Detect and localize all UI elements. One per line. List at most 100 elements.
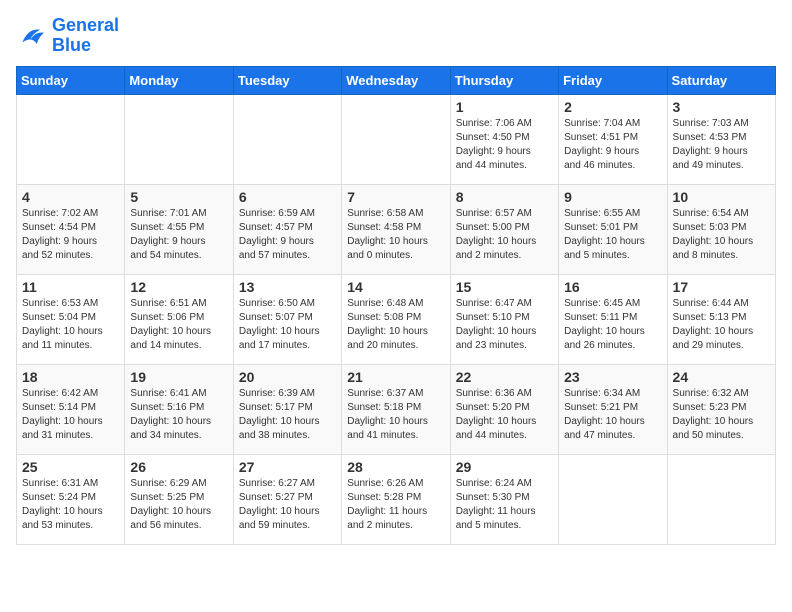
calendar-cell: 22 Sunrise: 6:36 AM Sunset: 5:20 PM Dayli… <box>450 364 558 454</box>
calendar-week-row: 25 Sunrise: 6:31 AM Sunset: 5:24 PM Dayli… <box>17 454 776 544</box>
calendar-cell: 21Sunrise: 6:37 AM Sunset: 5:18 PM Dayli… <box>342 364 450 454</box>
day-info: Sunrise: 6:24 AM Sunset: 5:30 PM Dayligh… <box>456 477 553 533</box>
day-number: 16 <box>564 279 661 295</box>
logo-icon <box>16 20 48 52</box>
logo-text: General Blue <box>52 16 119 56</box>
day-number: 23 <box>564 369 661 385</box>
day-number: 12 <box>130 279 227 295</box>
day-info: Sunrise: 6:36 AM Sunset: 5:20 PM Dayligh… <box>456 387 553 443</box>
day-number: 4 <box>22 189 119 205</box>
day-number: 18 <box>22 369 119 385</box>
day-number: 3 <box>673 99 770 115</box>
weekday-header-friday: Friday <box>559 66 667 94</box>
calendar-week-row: 4 Sunrise: 7:02 AM Sunset: 4:54 PM Daylig… <box>17 184 776 274</box>
day-info: Sunrise: 6:42 AM Sunset: 5:14 PM Dayligh… <box>22 387 119 443</box>
calendar-cell <box>17 94 125 184</box>
weekday-header-tuesday: Tuesday <box>233 66 341 94</box>
day-info: Sunrise: 6:57 AM Sunset: 5:00 PM Dayligh… <box>456 207 553 263</box>
day-number: 2 <box>564 99 661 115</box>
logo: General Blue <box>16 16 119 56</box>
calendar-cell: 5 Sunrise: 7:01 AM Sunset: 4:55 PM Daylig… <box>125 184 233 274</box>
calendar-table: SundayMondayTuesdayWednesdayThursdayFrid… <box>16 66 776 545</box>
calendar-cell: 25 Sunrise: 6:31 AM Sunset: 5:24 PM Dayli… <box>17 454 125 544</box>
day-info: Sunrise: 6:50 AM Sunset: 5:07 PM Dayligh… <box>239 297 336 353</box>
page-header: General Blue <box>16 16 776 56</box>
calendar-cell: 27Sunrise: 6:27 AM Sunset: 5:27 PM Dayli… <box>233 454 341 544</box>
calendar-cell: 29 Sunrise: 6:24 AM Sunset: 5:30 PM Dayli… <box>450 454 558 544</box>
day-number: 8 <box>456 189 553 205</box>
day-number: 20 <box>239 369 336 385</box>
calendar-cell <box>233 94 341 184</box>
calendar-cell <box>342 94 450 184</box>
calendar-cell: 11Sunrise: 6:53 AM Sunset: 5:04 PM Dayli… <box>17 274 125 364</box>
calendar-cell: 9 Sunrise: 6:55 AM Sunset: 5:01 PM Daylig… <box>559 184 667 274</box>
calendar-cell: 23 Sunrise: 6:34 AM Sunset: 5:21 PM Dayli… <box>559 364 667 454</box>
day-info: Sunrise: 6:47 AM Sunset: 5:10 PM Dayligh… <box>456 297 553 353</box>
calendar-cell: 12 Sunrise: 6:51 AM Sunset: 5:06 PM Dayli… <box>125 274 233 364</box>
day-number: 22 <box>456 369 553 385</box>
calendar-cell: 2 Sunrise: 7:04 AM Sunset: 4:51 PM Daylig… <box>559 94 667 184</box>
day-info: Sunrise: 6:26 AM Sunset: 5:28 PM Dayligh… <box>347 477 444 533</box>
calendar-cell: 7 Sunrise: 6:58 AM Sunset: 4:58 PM Daylig… <box>342 184 450 274</box>
day-info: Sunrise: 6:51 AM Sunset: 5:06 PM Dayligh… <box>130 297 227 353</box>
weekday-header-wednesday: Wednesday <box>342 66 450 94</box>
calendar-cell: 16 Sunrise: 6:45 AM Sunset: 5:11 PM Dayli… <box>559 274 667 364</box>
day-number: 6 <box>239 189 336 205</box>
day-number: 7 <box>347 189 444 205</box>
day-number: 13 <box>239 279 336 295</box>
day-info: Sunrise: 6:31 AM Sunset: 5:24 PM Dayligh… <box>22 477 119 533</box>
day-info: Sunrise: 6:54 AM Sunset: 5:03 PM Dayligh… <box>673 207 770 263</box>
day-number: 10 <box>673 189 770 205</box>
day-info: Sunrise: 6:55 AM Sunset: 5:01 PM Dayligh… <box>564 207 661 263</box>
day-number: 25 <box>22 459 119 475</box>
day-info: Sunrise: 6:59 AM Sunset: 4:57 PM Dayligh… <box>239 207 336 263</box>
day-info: Sunrise: 6:45 AM Sunset: 5:11 PM Dayligh… <box>564 297 661 353</box>
day-info: Sunrise: 6:44 AM Sunset: 5:13 PM Dayligh… <box>673 297 770 353</box>
day-number: 9 <box>564 189 661 205</box>
day-number: 26 <box>130 459 227 475</box>
calendar-cell: 26 Sunrise: 6:29 AM Sunset: 5:25 PM Dayli… <box>125 454 233 544</box>
calendar-cell: 24 Sunrise: 6:32 AM Sunset: 5:23 PM Dayli… <box>667 364 775 454</box>
day-info: Sunrise: 6:58 AM Sunset: 4:58 PM Dayligh… <box>347 207 444 263</box>
day-number: 27 <box>239 459 336 475</box>
day-number: 29 <box>456 459 553 475</box>
day-number: 17 <box>673 279 770 295</box>
calendar-week-row: 18 Sunrise: 6:42 AM Sunset: 5:14 PM Dayli… <box>17 364 776 454</box>
day-info: Sunrise: 7:01 AM Sunset: 4:55 PM Dayligh… <box>130 207 227 263</box>
day-info: Sunrise: 7:04 AM Sunset: 4:51 PM Dayligh… <box>564 117 661 173</box>
calendar-cell: 18 Sunrise: 6:42 AM Sunset: 5:14 PM Dayli… <box>17 364 125 454</box>
calendar-cell: 10 Sunrise: 6:54 AM Sunset: 5:03 PM Dayli… <box>667 184 775 274</box>
day-info: Sunrise: 6:41 AM Sunset: 5:16 PM Dayligh… <box>130 387 227 443</box>
calendar-cell: 8 Sunrise: 6:57 AM Sunset: 5:00 PM Daylig… <box>450 184 558 274</box>
calendar-cell: 28 Sunrise: 6:26 AM Sunset: 5:28 PM Dayli… <box>342 454 450 544</box>
day-number: 14 <box>347 279 444 295</box>
calendar-cell: 20 Sunrise: 6:39 AM Sunset: 5:17 PM Dayli… <box>233 364 341 454</box>
day-number: 5 <box>130 189 227 205</box>
calendar-cell: 15 Sunrise: 6:47 AM Sunset: 5:10 PM Dayli… <box>450 274 558 364</box>
weekday-header-sunday: Sunday <box>17 66 125 94</box>
calendar-week-row: 1Sunrise: 7:06 AM Sunset: 4:50 PM Daylig… <box>17 94 776 184</box>
day-info: Sunrise: 6:34 AM Sunset: 5:21 PM Dayligh… <box>564 387 661 443</box>
day-info: Sunrise: 7:02 AM Sunset: 4:54 PM Dayligh… <box>22 207 119 263</box>
weekday-header-row: SundayMondayTuesdayWednesdayThursdayFrid… <box>17 66 776 94</box>
calendar-cell <box>667 454 775 544</box>
day-number: 28 <box>347 459 444 475</box>
calendar-cell <box>559 454 667 544</box>
day-number: 19 <box>130 369 227 385</box>
day-info: Sunrise: 7:03 AM Sunset: 4:53 PM Dayligh… <box>673 117 770 173</box>
day-info: Sunrise: 6:29 AM Sunset: 5:25 PM Dayligh… <box>130 477 227 533</box>
calendar-cell: 14Sunrise: 6:48 AM Sunset: 5:08 PM Dayli… <box>342 274 450 364</box>
calendar-cell: 3 Sunrise: 7:03 AM Sunset: 4:53 PM Daylig… <box>667 94 775 184</box>
calendar-cell: 4 Sunrise: 7:02 AM Sunset: 4:54 PM Daylig… <box>17 184 125 274</box>
day-number: 24 <box>673 369 770 385</box>
day-info: Sunrise: 6:32 AM Sunset: 5:23 PM Dayligh… <box>673 387 770 443</box>
day-info: Sunrise: 6:39 AM Sunset: 5:17 PM Dayligh… <box>239 387 336 443</box>
day-info: Sunrise: 6:37 AM Sunset: 5:18 PM Dayligh… <box>347 387 444 443</box>
day-number: 15 <box>456 279 553 295</box>
calendar-cell: 6 Sunrise: 6:59 AM Sunset: 4:57 PM Daylig… <box>233 184 341 274</box>
day-info: Sunrise: 6:53 AM Sunset: 5:04 PM Dayligh… <box>22 297 119 353</box>
calendar-cell: 19 Sunrise: 6:41 AM Sunset: 5:16 PM Dayli… <box>125 364 233 454</box>
calendar-cell <box>125 94 233 184</box>
calendar-cell: 13 Sunrise: 6:50 AM Sunset: 5:07 PM Dayli… <box>233 274 341 364</box>
day-info: Sunrise: 7:06 AM Sunset: 4:50 PM Dayligh… <box>456 117 553 173</box>
